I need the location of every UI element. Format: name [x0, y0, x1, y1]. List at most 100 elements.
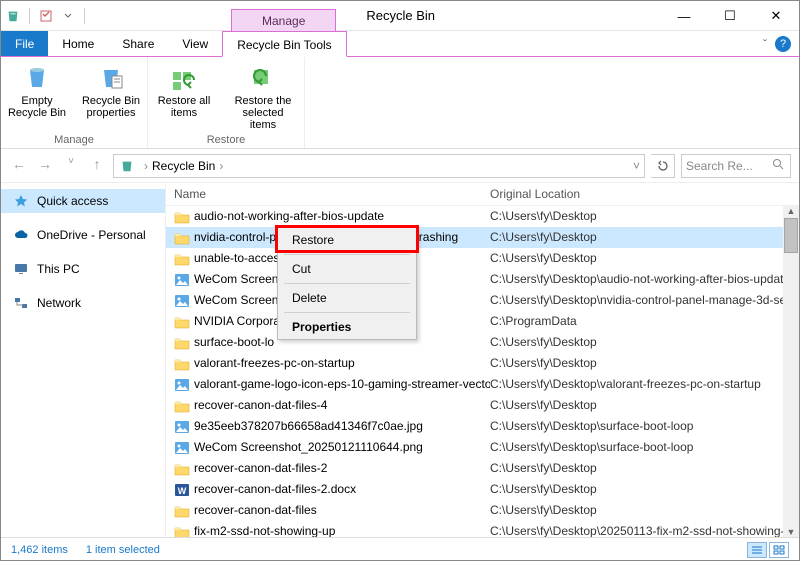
qat-dropdown-icon[interactable]	[60, 8, 76, 24]
tab-recycle-bin-tools[interactable]: Recycle Bin Tools	[222, 31, 347, 57]
file-row[interactable]: Wrecover-canon-dat-files-2.docxC:\Users\…	[166, 479, 799, 500]
file-row[interactable]: surface-boot-loC:\Users\fy\Desktop	[166, 332, 799, 353]
sidebar-item-label: Network	[37, 296, 81, 310]
bin-properties-label: Recycle Bin properties	[81, 95, 141, 119]
file-row[interactable]: unable-to-access-C:\Users\fy\Desktop	[166, 248, 799, 269]
image-icon	[174, 272, 190, 288]
context-menu-cut[interactable]: Cut	[278, 257, 416, 281]
view-large-icons-button[interactable]	[769, 542, 789, 558]
file-original-location: C:\ProgramData	[490, 312, 577, 331]
ribbon-group-restore-label: Restore	[154, 134, 298, 146]
file-row[interactable]: WeCom ScreenC:\Users\fy\Desktop\nvidia-c…	[166, 290, 799, 311]
sidebar-item-quick-access[interactable]: Quick access	[1, 189, 165, 213]
cloud-icon	[13, 227, 29, 243]
column-header-name[interactable]: Name	[174, 187, 490, 201]
refresh-button[interactable]	[651, 154, 675, 178]
address-bar[interactable]: › Recycle Bin › ˅	[113, 154, 645, 178]
file-original-location: C:\Users\fy\Desktop	[490, 207, 597, 226]
vertical-scrollbar[interactable]: ▲ ▼	[783, 206, 799, 537]
back-button[interactable]: ←	[9, 156, 29, 176]
file-name: audio-not-working-after-bios-update	[194, 207, 384, 226]
minimize-button[interactable]: —	[661, 1, 707, 31]
file-original-location: C:\Users\fy\Desktop	[490, 396, 597, 415]
file-original-location: C:\Users\fy\Desktop	[490, 228, 597, 247]
tab-home[interactable]: Home	[48, 31, 108, 56]
file-original-location: C:\Users\fy\Desktop	[490, 354, 597, 373]
file-original-location: C:\Users\fy\Desktop	[490, 480, 597, 499]
search-icon	[772, 158, 784, 173]
restore-selected-items-button[interactable]: Restore the selected items	[228, 61, 298, 134]
file-row[interactable]: WeCom Screenshot_20250121110644.png C:\Us…	[166, 437, 799, 458]
file-name: recover-canon-dat-files-4	[194, 396, 327, 415]
file-row[interactable]: NVIDIA CorporaC:\ProgramData	[166, 311, 799, 332]
address-dropdown-icon[interactable]: ˅	[633, 159, 640, 173]
file-original-location: C:\Users\fy\Desktop\20250113-fix-m2-ssd-…	[490, 522, 791, 537]
empty-bin-label: Empty Recycle Bin	[7, 95, 67, 119]
file-row[interactable]: recover-canon-dat-files-2C:\Users\fy\Des…	[166, 458, 799, 479]
breadcrumb-recycle-bin[interactable]: Recycle Bin	[152, 159, 215, 173]
column-header-original-location[interactable]: Original Location	[490, 187, 791, 201]
restore-all-icon	[168, 61, 200, 93]
file-name: valorant-freezes-pc-on-startup	[194, 354, 355, 373]
sidebar-item-onedrive[interactable]: OneDrive - Personal	[1, 223, 165, 247]
sidebar-item-network[interactable]: Network	[1, 291, 165, 315]
image-icon	[174, 419, 190, 435]
image-icon	[174, 293, 190, 309]
recycle-bin-properties-button[interactable]: Recycle Bin properties	[81, 61, 141, 134]
contextual-tab-manage[interactable]: Manage	[231, 9, 336, 31]
maximize-button[interactable]: ☐	[707, 1, 753, 31]
status-item-count: 1,462 items	[11, 544, 68, 556]
context-menu-properties[interactable]: Properties	[278, 315, 416, 339]
close-button[interactable]: ✕	[753, 1, 799, 31]
file-list[interactable]: audio-not-working-after-bios-update C:\Us…	[166, 206, 799, 537]
file-name: valorant-game-logo-icon-eps-10-gaming-st…	[194, 375, 490, 394]
context-menu-separator	[284, 283, 410, 284]
scroll-up-icon[interactable]: ▲	[787, 206, 796, 216]
file-row[interactable]: WeCom ScreenC:\Users\fy\Desktop\audio-no…	[166, 269, 799, 290]
view-details-button[interactable]	[747, 542, 767, 558]
file-row[interactable]: fix-m2-ssd-not-showing-upC:\Users\fy\Des…	[166, 521, 799, 537]
file-row[interactable]: recover-canon-dat-files-4 C:\Users\fy\Des…	[166, 395, 799, 416]
tab-share[interactable]: Share	[108, 31, 168, 56]
file-row[interactable]: 9e35eeb378207b66658ad41346f7c0ae.jpgC:\U…	[166, 416, 799, 437]
file-row[interactable]: valorant-game-logo-icon-eps-10-gaming-st…	[166, 374, 799, 395]
collapse-ribbon-icon[interactable]: ˇ	[763, 37, 767, 51]
help-icon[interactable]: ?	[775, 36, 791, 52]
search-input[interactable]: Search Re...	[681, 154, 791, 178]
search-placeholder: Search Re...	[686, 159, 753, 173]
file-row[interactable]: nvidia-control-panel-manage-3d-settings-…	[166, 227, 799, 248]
empty-recycle-bin-button[interactable]: Empty Recycle Bin	[7, 61, 67, 134]
forward-button[interactable]: →	[35, 156, 55, 176]
recent-locations-button[interactable]: ˅	[61, 156, 81, 176]
context-menu-restore[interactable]: Restore	[278, 228, 416, 252]
navigation-bar: ← → ˅ ↑ › Recycle Bin › ˅ Search Re...	[1, 149, 799, 183]
file-original-location: C:\Users\fy\Desktop\surface-boot-loop	[490, 438, 693, 457]
context-menu-delete[interactable]: Delete	[278, 286, 416, 310]
scroll-down-icon[interactable]: ▼	[787, 527, 796, 537]
sidebar-item-this-pc[interactable]: This PC	[1, 257, 165, 281]
context-menu-separator	[284, 312, 410, 313]
scrollbar-thumb[interactable]	[784, 218, 798, 253]
qat-properties-icon[interactable]	[38, 8, 54, 24]
file-name: WeCom Screenshot_20250121110644.png	[194, 438, 423, 457]
navigation-pane: Quick access OneDrive - Personal This PC…	[1, 183, 166, 537]
file-row[interactable]: audio-not-working-after-bios-update C:\Us…	[166, 206, 799, 227]
sidebar-item-label: OneDrive - Personal	[37, 228, 146, 242]
tab-view[interactable]: View	[168, 31, 222, 56]
restore-all-items-button[interactable]: Restore all items	[154, 61, 214, 134]
folder-icon	[174, 230, 190, 246]
window-title: Recycle Bin	[366, 1, 435, 30]
title-bar: Manage Recycle Bin — ☐ ✕	[1, 1, 799, 31]
breadcrumb-sep[interactable]: ›	[219, 159, 223, 173]
ribbon: Empty Recycle Bin Recycle Bin properties…	[1, 57, 799, 149]
up-button[interactable]: ↑	[87, 156, 107, 176]
file-original-location: C:\Users\fy\Desktop\surface-boot-loop	[490, 417, 693, 436]
file-original-location: C:\Users\fy\Desktop\valorant-freezes-pc-…	[490, 375, 761, 394]
file-row[interactable]: valorant-freezes-pc-on-startup C:\Users\f…	[166, 353, 799, 374]
folder-icon	[174, 335, 190, 351]
breadcrumb-sep[interactable]: ›	[144, 159, 148, 173]
file-row[interactable]: recover-canon-dat-filesC:\Users\fy\Deskt…	[166, 500, 799, 521]
ribbon-group-manage-label: Manage	[7, 134, 141, 146]
tab-file[interactable]: File	[1, 31, 48, 56]
qat-separator	[84, 8, 85, 24]
